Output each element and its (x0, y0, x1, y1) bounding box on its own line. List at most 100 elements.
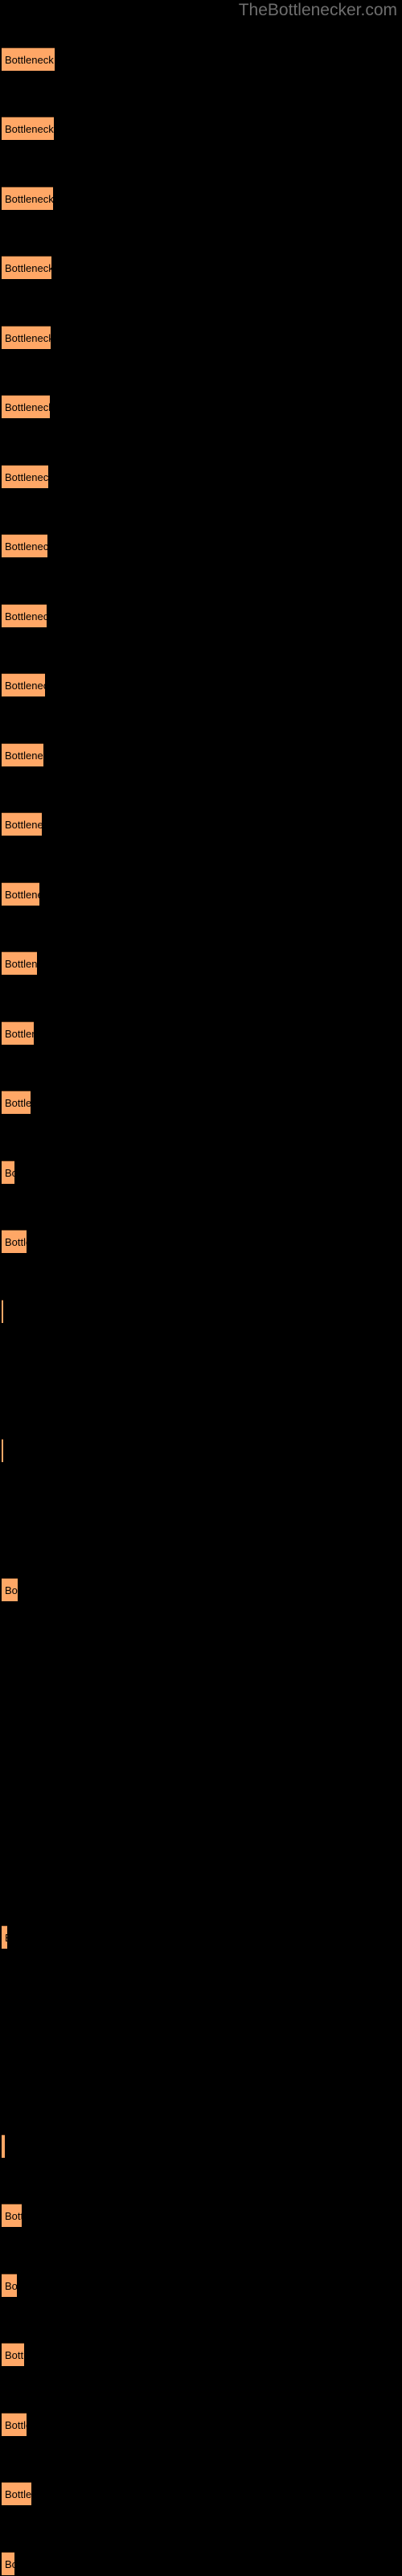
bar-row: Bottleneck result (0, 1369, 402, 1392)
bar-label-clip: Bottleneck result (2, 744, 43, 767)
bar[interactable]: Bottleneck result (2, 47, 55, 71)
bar-label: Bottleneck result (5, 889, 39, 901)
chart-plot-area: Bottleneck result Bottleneck result Bottle… (0, 0, 402, 2575)
bar-label-clip: Bottleneck result (2, 1161, 14, 1185)
bar-row: Bottleneck result (0, 47, 402, 71)
bar[interactable]: Bottleneck result (2, 187, 53, 210)
bar[interactable]: Bottleneck result (2, 882, 39, 906)
bar-label-clip: Bottleneck result (2, 674, 45, 697)
bar-label-clip: Bottleneck result (2, 813, 42, 836)
bar-row: Bottleneck result (0, 812, 402, 836)
bar-row: Bottleneck result (0, 465, 402, 488)
bar-label-clip: Bottleneck result (2, 48, 55, 72)
bar-label-clip: Bottleneck result (2, 466, 48, 489)
bar[interactable]: Bottleneck result (2, 1021, 34, 1045)
bar-row: Bottleneck result (0, 1856, 402, 1880)
bar[interactable]: Bottleneck result (2, 2482, 31, 2505)
bar[interactable]: Bottleneck result (2, 2552, 14, 2575)
bar-row: Bottleneck result (0, 256, 402, 279)
bar-label: Bottleneck result (5, 471, 48, 483)
bar-label-clip: Bottleneck result (2, 952, 37, 976)
bar[interactable]: Bottleneck result (2, 465, 48, 488)
bar-label: Bottleneck result (5, 958, 37, 970)
bar-row: Bottleneck result (0, 326, 402, 349)
bar-label-clip: Bottleneck result (2, 1022, 34, 1046)
bar-label: Bottleneck result (5, 193, 53, 205)
bar[interactable]: Bottleneck result (2, 395, 50, 418)
bar-label: Bottleneck result (5, 2280, 17, 2292)
bar-row: Bottleneck result (0, 2482, 402, 2505)
bar-label-clip: Bottleneck result (2, 1230, 27, 1254)
bar[interactable]: Bottleneck result (2, 534, 47, 557)
bar[interactable]: Bottleneck result (2, 326, 51, 349)
bar-label-clip: Bottleneck result (2, 605, 47, 628)
bar-label-clip: Bottleneck result (2, 2135, 5, 2159)
bar[interactable]: Bottleneck result (2, 2274, 17, 2297)
bar-row: Bottleneck result (0, 1925, 402, 1949)
bar-label-clip: Bottleneck result (2, 1926, 7, 1949)
bar[interactable]: Bottleneck result (2, 1161, 14, 1184)
bar-row: Bottleneck result (0, 1647, 402, 1670)
bar[interactable]: Bottleneck result (2, 117, 54, 140)
bar-row: Bottleneck result (0, 1717, 402, 1740)
bar-label: Bottleneck result (5, 401, 50, 413)
bar[interactable]: Bottleneck result (2, 1230, 27, 1253)
bar[interactable]: Bottleneck result (2, 812, 42, 836)
bar[interactable]: Bottleneck result (2, 1439, 3, 1462)
bar-label: Bottleneck result (5, 1097, 31, 1109)
bottleneck-bar-chart: TheBottlenecker.com Bottleneck resultBot… (0, 0, 402, 2575)
bar[interactable]: Bottleneck result (2, 673, 45, 696)
bar[interactable]: Bottleneck result (2, 743, 43, 766)
bar-label-clip: Bottleneck result (2, 2414, 27, 2437)
bar-label: Bottleneck result (5, 2558, 14, 2570)
bar-label: Bottleneck result (5, 540, 47, 553)
bar-row: Bottleneck result (0, 1995, 402, 2019)
bar-label: Bottleneck result (5, 332, 51, 344)
bar[interactable]: Bottleneck result (2, 1300, 3, 1323)
bar[interactable]: Bottleneck result (2, 1578, 18, 1601)
bar-row: Bottleneck result (0, 2552, 402, 2575)
bar-label: Bottleneck result (5, 2349, 24, 2361)
bar-label-clip: Bottleneck result (2, 1440, 3, 1463)
bar-row: Bottleneck result (0, 395, 402, 418)
bar[interactable]: Bottleneck result (2, 2413, 27, 2436)
bar-row: Bottleneck result (0, 882, 402, 906)
bar-label-clip: Bottleneck result (2, 1300, 3, 1324)
bar-label: Bottleneck result (5, 123, 54, 135)
bar-row: Bottleneck result (0, 743, 402, 766)
bar-label: Bottleneck result (5, 1167, 14, 1179)
bar-row: Bottleneck result (0, 1021, 402, 1045)
bar-label-clip: Bottleneck result (2, 1091, 31, 1115)
bar-row: Bottleneck result (0, 1508, 402, 1531)
bar-row: Bottleneck result (0, 2343, 402, 2366)
bar-label-clip: Bottleneck result (2, 2553, 14, 2576)
bar[interactable]: Bottleneck result (2, 604, 47, 627)
bar-row: Bottleneck result (0, 1300, 402, 1323)
bar[interactable]: Bottleneck result (2, 2343, 24, 2366)
bar-label-clip: Bottleneck result (2, 2344, 24, 2367)
bar[interactable]: Bottleneck result (2, 1091, 31, 1114)
bar-row: Bottleneck result (0, 951, 402, 975)
bar-label: Bottleneck result (5, 1584, 18, 1596)
bar-label-clip: Bottleneck result (2, 535, 47, 558)
bar-label: Bottleneck result (5, 1236, 27, 1248)
bar-row: Bottleneck result (0, 2274, 402, 2297)
bar[interactable]: Bottleneck result (2, 256, 51, 279)
bar-label-clip: Bottleneck result (2, 883, 39, 906)
bar[interactable]: Bottleneck result (2, 1925, 7, 1949)
bar[interactable]: Bottleneck result (2, 2204, 22, 2227)
bar[interactable]: Bottleneck result (2, 2134, 5, 2158)
bar-label: Bottleneck result (5, 680, 45, 692)
bar-label: Bottleneck result (5, 1926, 7, 1949)
bar-row: Bottleneck result (0, 2134, 402, 2158)
bar-label-clip: Bottleneck result (2, 2483, 31, 2506)
bar[interactable]: Bottleneck result (2, 951, 37, 975)
bar-label: Bottleneck result (5, 54, 55, 66)
bar-label: Bottleneck result (5, 2210, 22, 2222)
bar-label: Bottleneck result (5, 610, 47, 622)
bar-label-clip: Bottleneck result (2, 187, 53, 211)
bar-label-clip: Bottleneck result (2, 396, 50, 419)
bar-row: Bottleneck result (0, 2413, 402, 2436)
bar-label-clip: Bottleneck result (2, 257, 51, 280)
bar-label: Bottleneck result (5, 2419, 27, 2431)
